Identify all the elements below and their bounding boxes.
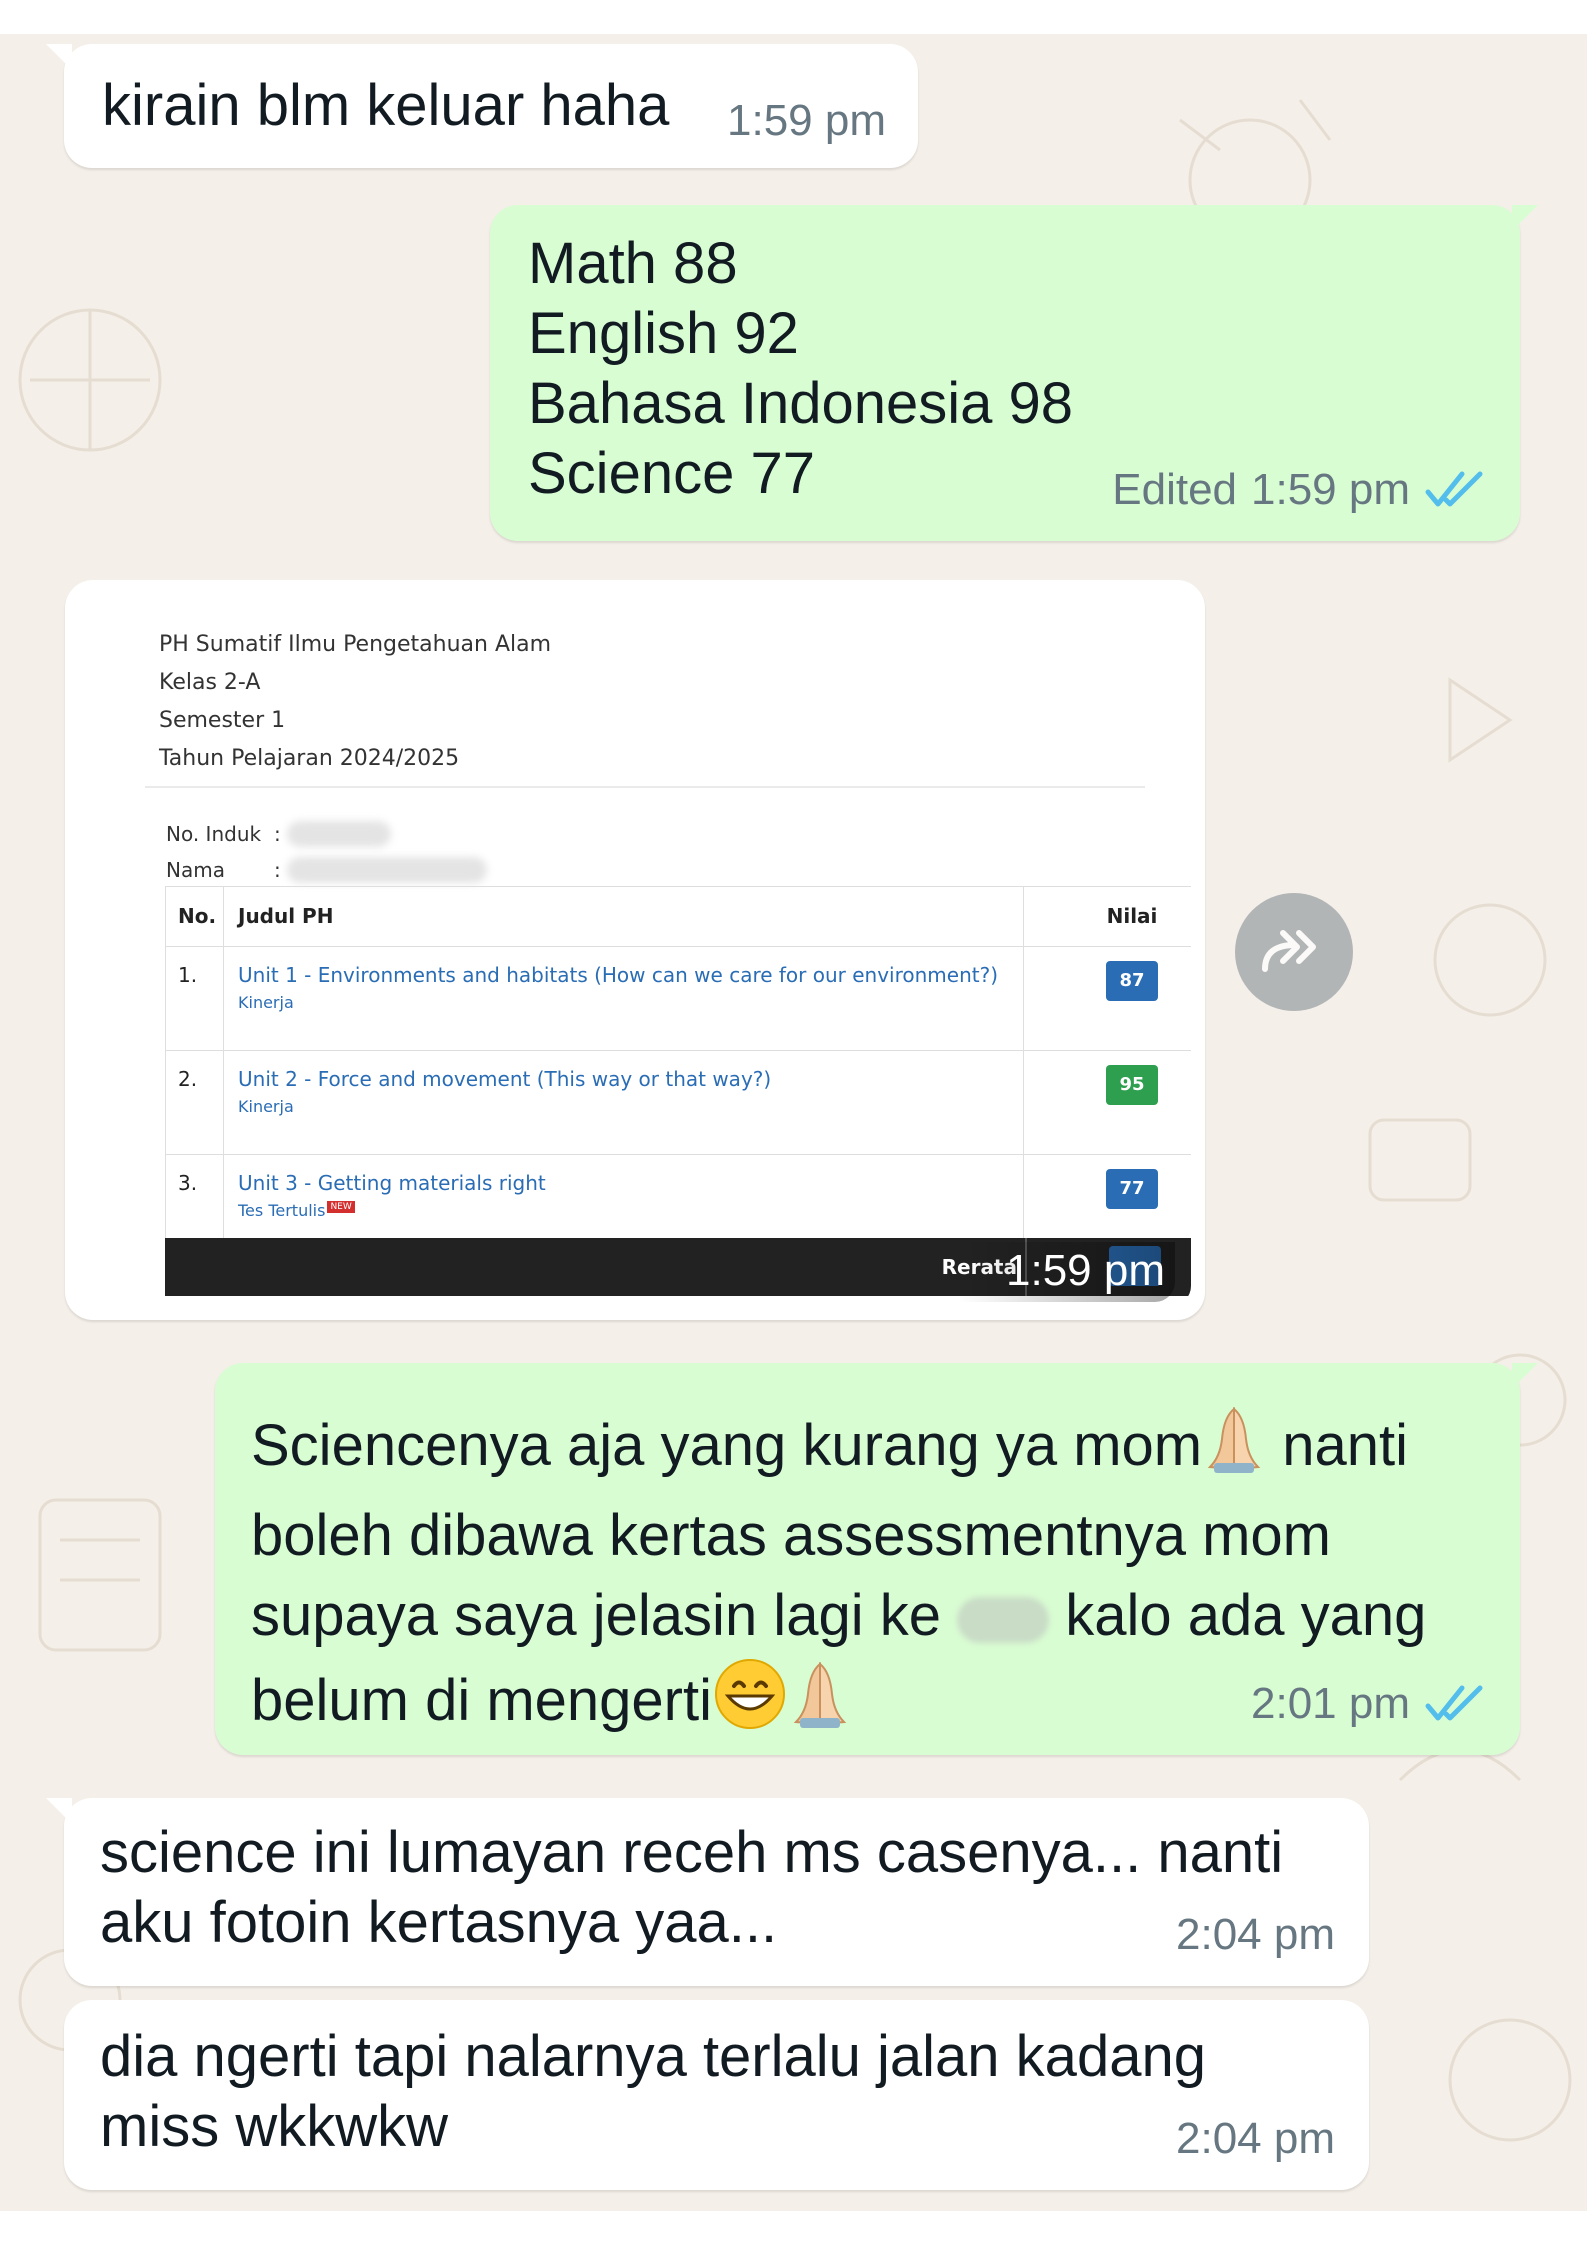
outgoing-message[interactable]: Sciencenya aja yang kurang ya mom nanti … [215, 1363, 1538, 1755]
report-title: PH Sumatif Ilmu Pengetahuan Alam [159, 632, 552, 657]
folded-hands-emoji [1202, 1403, 1266, 1496]
colon: : [274, 822, 281, 846]
message-time: 1:59 pm [1251, 465, 1410, 514]
message-time: 2:04 pm [1176, 1910, 1335, 1959]
report-class: Kelas 2-A [159, 670, 261, 695]
message-time: 2:01 pm [1251, 1679, 1410, 1728]
bottom-edge [0, 2211, 1587, 2245]
report-year: Tahun Pelajaran 2024/2025 [159, 746, 460, 771]
table-row: 1. Unit 1 - Environments and habitats (H… [165, 946, 1191, 1051]
report-header: PH Sumatif Ilmu Pengetahuan Alam Kelas 2… [159, 626, 551, 778]
assessment-type: Kinerja [238, 993, 294, 1012]
image-message[interactable]: PH Sumatif Ilmu Pengetahuan Alam Kelas 2… [65, 580, 1205, 1320]
message-meta: Edited 1:59 pm [1112, 455, 1486, 525]
table-header-row: No. Judul PH Nilai [165, 886, 1191, 947]
redacted-value [286, 821, 391, 847]
row-no: 1. [165, 946, 224, 1051]
grade-line: English 92 [528, 301, 799, 366]
grades-table: No. Judul PH Nilai 1. Unit 1 - Environme… [165, 886, 1191, 1259]
grade-line: Math 88 [528, 231, 738, 296]
nama-label: Nama [166, 858, 225, 882]
unit-link[interactable]: Unit 3 - Getting materials right [238, 1171, 1022, 1195]
double-check-icon [1424, 1684, 1486, 1724]
new-badge: NEW [327, 1201, 355, 1213]
unit-link[interactable]: Unit 1 - Environments and habitats (How … [238, 963, 1022, 987]
message-time: 1:59 pm [727, 96, 886, 145]
incoming-message[interactable]: dia ngerti tapi nalarnya terlalu jalan k… [64, 2000, 1369, 2190]
forward-icon [1259, 925, 1329, 980]
message-meta: 1:59 pm [727, 86, 886, 156]
message-segment: Sciencenya aja yang kurang ya mom [251, 1412, 1203, 1478]
no-induk-row: No. Induk : [166, 816, 487, 852]
report-card-image[interactable]: PH Sumatif Ilmu Pengetahuan Alam Kelas 2… [79, 594, 1191, 1306]
report-semester: Semester 1 [159, 708, 286, 733]
grade-line: Science 77 [528, 441, 815, 506]
assessment-type: Tes Tertulis [238, 1201, 326, 1220]
folded-hands-emoji [788, 1658, 852, 1751]
message-text: dia ngerti tapi nalarnya terlalu jalan k… [100, 2024, 1206, 2159]
top-edge [0, 0, 1587, 34]
grade-line: Bahasa Indonesia 98 [528, 371, 1073, 436]
message-text: science ini lumayan receh ms casenya... … [100, 1820, 1284, 1955]
student-fields: No. Induk : Nama : [166, 816, 487, 888]
message-meta: 2:04 pm [1176, 2104, 1335, 2174]
nama-row: Nama : [166, 852, 487, 888]
score-badge: 87 [1106, 961, 1158, 1001]
score-badge: 95 [1106, 1065, 1158, 1105]
outgoing-message[interactable]: Math 88 English 92 Bahasa Indonesia 98 S… [490, 205, 1538, 541]
col-title: Judul PH [223, 886, 1024, 947]
row-no: 2. [165, 1050, 224, 1155]
message-meta: 2:01 pm [1251, 1669, 1486, 1739]
forward-button[interactable] [1235, 893, 1353, 1011]
message-meta: 2:04 pm [1176, 1900, 1335, 1970]
incoming-message[interactable]: kirain blm keluar haha 1:59 pm [46, 44, 918, 168]
col-value: Nilai [1023, 886, 1191, 947]
divider [145, 786, 1145, 788]
message-text: Math 88 English 92 Bahasa Indonesia 98 S… [528, 229, 1073, 509]
message-time: 2:04 pm [1176, 2114, 1335, 2163]
message-text: kirain blm keluar haha [102, 73, 670, 138]
colon: : [274, 858, 281, 882]
grinning-face-emoji [712, 1656, 788, 1753]
edited-label: Edited [1112, 465, 1238, 514]
table-row: 2. Unit 2 - Force and movement (This way… [165, 1050, 1191, 1155]
no-induk-label: No. Induk [166, 822, 262, 846]
message-time: 1:59 pm [960, 1242, 1175, 1302]
col-no: No. [165, 886, 224, 947]
double-check-icon [1424, 470, 1486, 510]
unit-link[interactable]: Unit 2 - Force and movement (This way or… [238, 1067, 1022, 1091]
assessment-type: Kinerja [238, 1097, 294, 1116]
redacted-value [286, 857, 487, 883]
redacted-name [957, 1596, 1050, 1643]
incoming-message[interactable]: science ini lumayan receh ms casenya... … [46, 1798, 1369, 1986]
score-badge: 77 [1106, 1169, 1158, 1209]
